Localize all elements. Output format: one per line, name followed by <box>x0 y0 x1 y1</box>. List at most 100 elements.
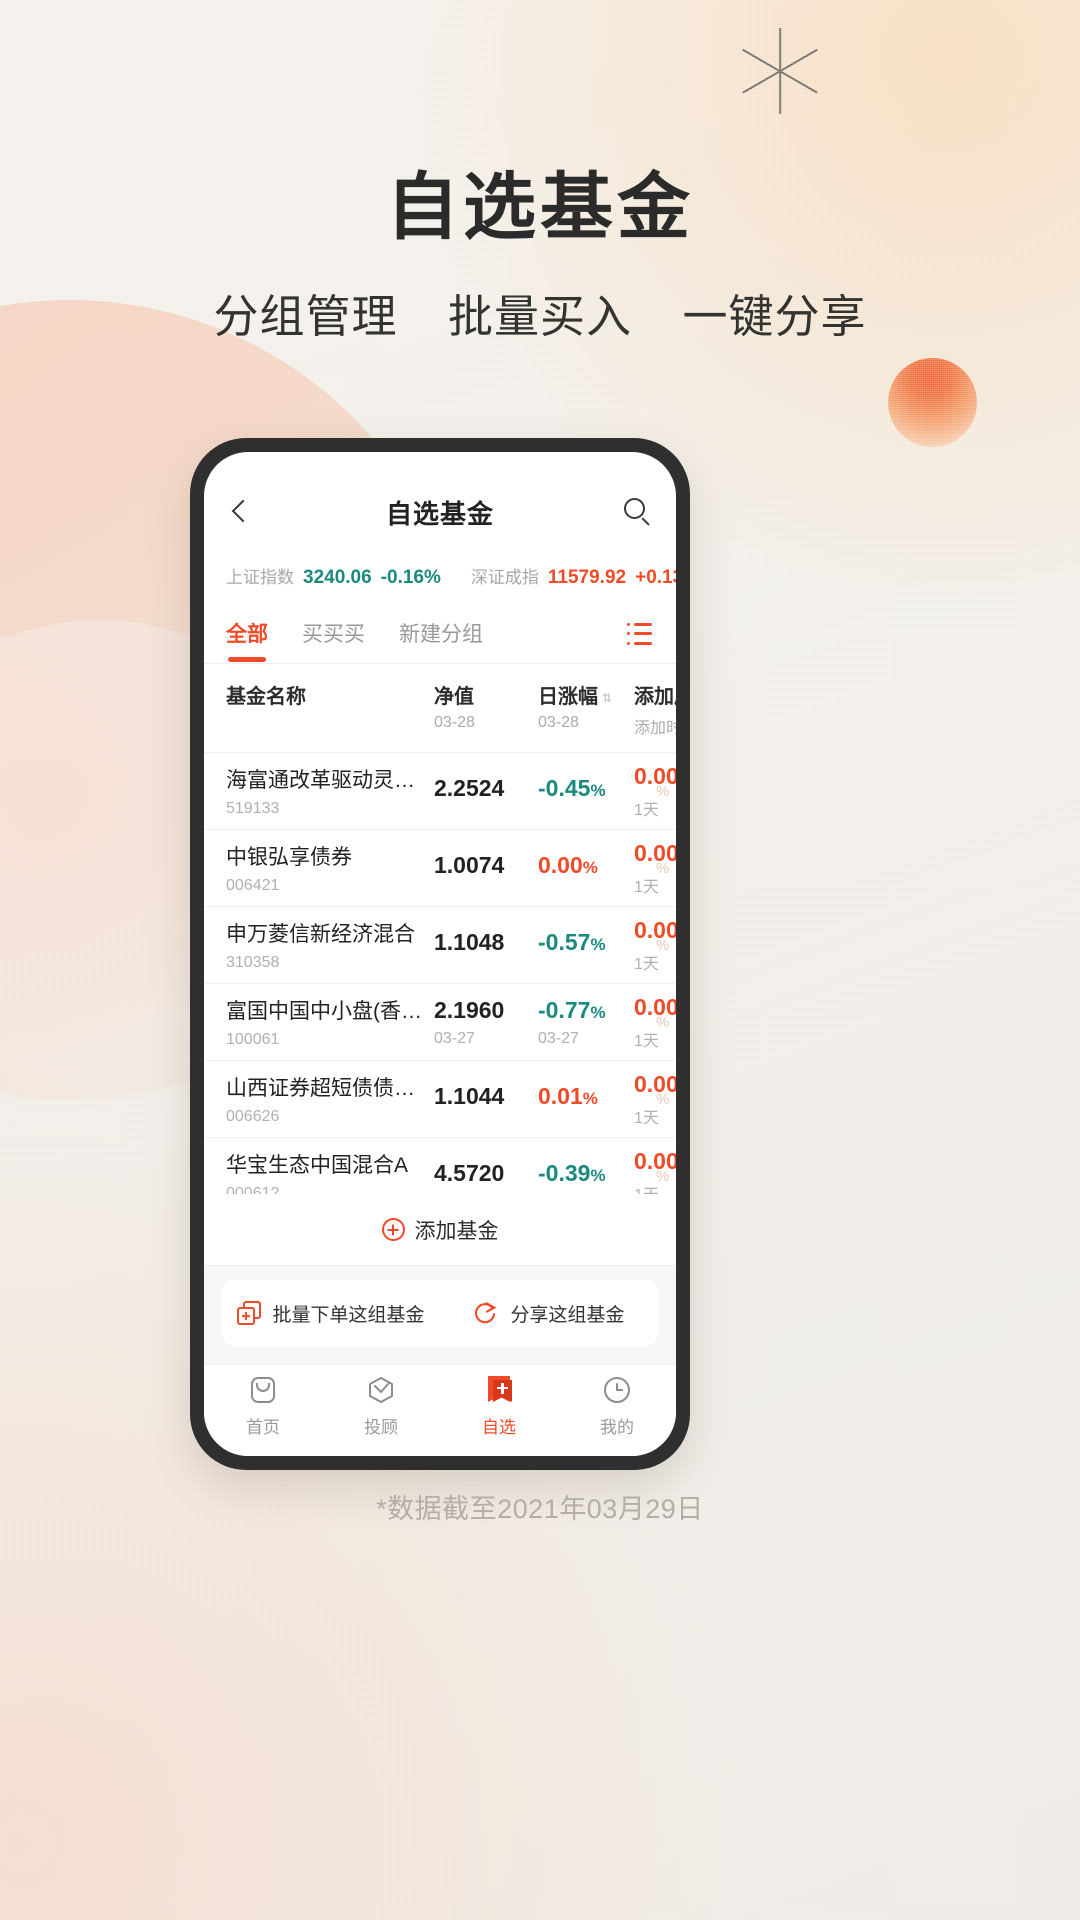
column-header-cost[interactable]: 添加成本 添加时间 <box>634 680 676 738</box>
page-title: 自选基金 <box>386 167 694 248</box>
index-value: 3240.06 <box>303 567 372 588</box>
fund-nav-cell: 2.2524 <box>434 775 538 808</box>
search-icon[interactable] <box>622 496 654 528</box>
add-fund-button[interactable]: 添加基金 <box>204 1194 676 1266</box>
fund-nav-value: 1.0074 <box>434 851 505 878</box>
share-icon <box>473 1300 499 1326</box>
fund-change-cell: -0.77% 03-27 <box>538 997 634 1048</box>
table-row[interactable]: 海富通改革驱动灵活… 519133 2.2524 -0.45% 0.00 1天 … <box>204 753 676 830</box>
fund-change-value: -0.57% <box>538 928 606 955</box>
batch-order-label: 批量下单这组基金 <box>272 1304 425 1326</box>
fund-cost-cell: 0.00 1天 <box>634 763 676 820</box>
table-row[interactable]: 中银弘享债券 006421 1.0074 0.00% 0.00 1天 % <box>204 830 676 907</box>
fund-cost-cell: 0.00 1天 <box>634 917 676 974</box>
column-subtitle: 03-28 <box>538 714 579 731</box>
tab-new-group[interactable]: 新建分组 <box>399 618 483 650</box>
fund-cost-cell: 0.00 1天 <box>634 840 676 897</box>
poster-subtitle: 分组管理 批量买入 一键分享 <box>0 280 1080 345</box>
bottom-tabbar: 首页 投顾 自选 我的 <box>204 1364 676 1456</box>
fund-cost-time: 1天 <box>634 801 659 819</box>
index-change: -0.16% <box>380 567 441 588</box>
fund-cost-value: 0.00 <box>634 1070 676 1097</box>
subtitle-part-3: 一键分享 <box>682 292 867 342</box>
fund-list[interactable]: 海富通改革驱动灵活… 519133 2.2524 -0.45% 0.00 1天 … <box>204 753 676 1194</box>
fund-name: 中银弘享债券 <box>226 846 352 869</box>
batch-order-button[interactable]: 批量下单这组基金 <box>222 1300 440 1327</box>
fund-cost-value: 0.00 <box>634 993 676 1020</box>
table-row[interactable]: 富国中国中小盘(香港… 100061 2.1960 03-27 -0.77% 0… <box>204 984 676 1061</box>
fund-cost-time: 1天 <box>634 1181 676 1195</box>
tab-all[interactable]: 全部 <box>226 618 268 650</box>
home-icon <box>248 1375 278 1405</box>
tabbar-label: 首页 <box>246 1418 280 1437</box>
tabbar-item-watchlist[interactable]: 自选 <box>440 1375 558 1438</box>
fund-name: 华宝生态中国混合A <box>226 1154 409 1177</box>
list-settings-icon[interactable] <box>626 622 654 645</box>
column-title-wrap: 日涨幅 ⇅ <box>538 680 612 709</box>
fund-change-date: 03-27 <box>538 1029 579 1047</box>
share-group-button[interactable]: 分享这组基金 <box>440 1300 658 1327</box>
fund-cost-cell: 0.00 1天 <box>634 1148 676 1195</box>
column-title: 净值 <box>434 686 474 708</box>
fund-code: 006626 <box>226 1108 280 1125</box>
column-subtitle: 添加时间 <box>634 720 676 737</box>
action-bar: 批量下单这组基金 分享这组基金 <box>222 1280 658 1346</box>
add-fund-label: 添加基金 <box>414 1219 499 1243</box>
fund-change-value: -0.45% <box>538 774 606 801</box>
index-item-shenzhen[interactable]: 深证成指 11579.92 +0.13% <box>471 563 676 589</box>
tab-buy-buy-buy[interactable]: 买买买 <box>302 618 365 650</box>
fund-code: 000612 <box>226 1185 280 1194</box>
fund-change-cell: 0.00% <box>538 852 634 885</box>
chevron-left-icon[interactable] <box>226 497 256 527</box>
fund-nav-value: 1.1048 <box>434 928 505 955</box>
tabbar-item-home[interactable]: 首页 <box>204 1375 322 1438</box>
index-name: 上证指数 <box>226 568 294 587</box>
clock-profile-icon <box>602 1375 632 1405</box>
index-name: 深证成指 <box>470 568 539 587</box>
subtitle-part-2: 批量买入 <box>447 292 632 342</box>
fund-cost-time: 1天 <box>634 1032 659 1050</box>
fund-nav-cell: 1.1044 <box>434 1083 538 1116</box>
data-disclaimer: *数据截至2021年03月29日 <box>376 1494 704 1524</box>
fund-cost-cell: 0.00 1天 <box>634 1071 676 1128</box>
table-row[interactable]: 申万菱信新经济混合 310358 1.1048 -0.57% 0.00 1天 % <box>204 907 676 984</box>
index-change: +0.13% <box>635 567 676 588</box>
column-header-nav[interactable]: 净值 03-28 <box>434 680 538 732</box>
fund-name: 山西证券超短债债券A <box>226 1077 422 1100</box>
tabbar-item-advisor[interactable]: 投顾 <box>322 1375 440 1438</box>
fund-cost-value: 0.00 <box>634 916 676 943</box>
fund-name-cell: 山西证券超短债债券A 006626 <box>226 1072 434 1126</box>
tabbar-item-mine[interactable]: 我的 <box>558 1375 676 1438</box>
column-header-change[interactable]: 日涨幅 ⇅ 03-28 <box>538 680 634 732</box>
bookmark-plus-icon <box>484 1375 514 1405</box>
fund-change-cell: 0.01% <box>538 1083 634 1116</box>
fund-cost-time: 1天 <box>634 878 659 896</box>
fund-nav-value: 4.5720 <box>434 1159 505 1186</box>
fund-change-cell: -0.57% <box>538 929 634 962</box>
table-row[interactable]: 山西证券超短债债券A 006626 1.1044 0.01% 0.00 1天 % <box>204 1061 676 1138</box>
fund-cost-time: 1天 <box>634 955 659 973</box>
share-group-label: 分享这组基金 <box>510 1304 625 1326</box>
fund-cost-time: 1天 <box>634 1109 659 1127</box>
batch-order-icon <box>237 1301 262 1325</box>
table-row[interactable]: 华宝生态中国混合A 000612 4.5720 -0.39% 0.00 1天 % <box>204 1138 676 1195</box>
sort-caret-icon[interactable]: ⇅ <box>602 691 612 705</box>
app-navbar: 自选基金 <box>204 476 676 548</box>
column-title: 添加成本 <box>634 686 676 708</box>
advisor-hexagon-icon <box>366 1375 396 1405</box>
fund-name: 申万菱信新经济混合 <box>226 923 415 946</box>
phone-screen: 自选基金 上证指数 3240.06 -0.16% 深证成指 11579.92 +… <box>204 452 676 1456</box>
fund-change-value: 0.00% <box>538 851 598 878</box>
fund-nav-value: 2.2524 <box>434 774 505 801</box>
navbar-title: 自选基金 <box>385 498 494 529</box>
fund-name-cell: 海富通改革驱动灵活… 519133 <box>226 764 434 818</box>
table-header-row: 基金名称 净值 03-28 日涨幅 ⇅ 03-28 添加成本 添加时间 <box>204 664 676 753</box>
market-index-strip: 上证指数 3240.06 -0.16% 深证成指 11579.92 +0.13% <box>204 548 676 604</box>
index-item-shanghai[interactable]: 上证指数 3240.06 -0.16% <box>226 563 441 589</box>
fund-nav-value: 2.1960 <box>434 996 505 1023</box>
fund-change-value: -0.77% <box>538 996 606 1023</box>
action-bar-container: 批量下单这组基金 分享这组基金 <box>204 1266 676 1364</box>
fund-nav-cell: 2.1960 03-27 <box>434 997 538 1048</box>
tabbar-label: 自选 <box>482 1418 516 1437</box>
fund-name-cell: 华宝生态中国混合A 000612 <box>226 1149 434 1194</box>
